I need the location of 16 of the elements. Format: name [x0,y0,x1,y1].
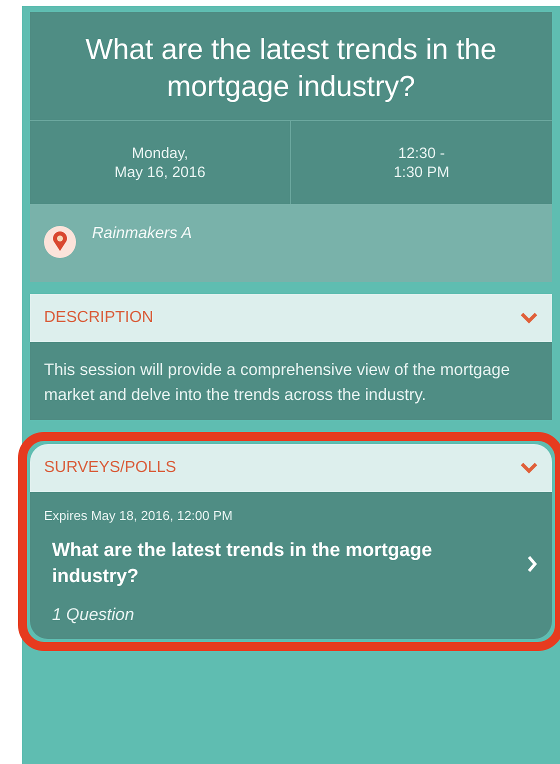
question-count: 1 Question [51,604,136,626]
description-text: This session will provide a comprehensive view of the mortgage market and delve into the trends across the industry. [30,342,552,420]
section-header[interactable]: DESCRIPTION [30,294,552,342]
chevron-down-icon [520,462,538,474]
expiry-date: Expires May 18, 2016, 12:00 PM [44,507,234,525]
location-pin-icon [44,226,76,258]
survey-title: What are the latest trends in the mortgage industry? [52,538,434,588]
location-name: Rainmakers A [92,224,192,244]
survey-item[interactable]: Expires May 18, 2016, 12:00 PM What are the latest trends in the mortgage industry? 1 Question [30,492,552,639]
section-title: DESCRIPTION [44,308,154,328]
chevron-right-icon [526,554,538,572]
session-time: 12:30 - 1:30 PM [392,144,450,182]
session-title: What are the latest trends in the mortgage industry? [30,12,552,120]
chevron-down-icon [520,312,538,324]
section-title: SURVEYS/POLLS [44,458,176,478]
section-header[interactable]: SURVEYS/POLLS [30,444,552,492]
